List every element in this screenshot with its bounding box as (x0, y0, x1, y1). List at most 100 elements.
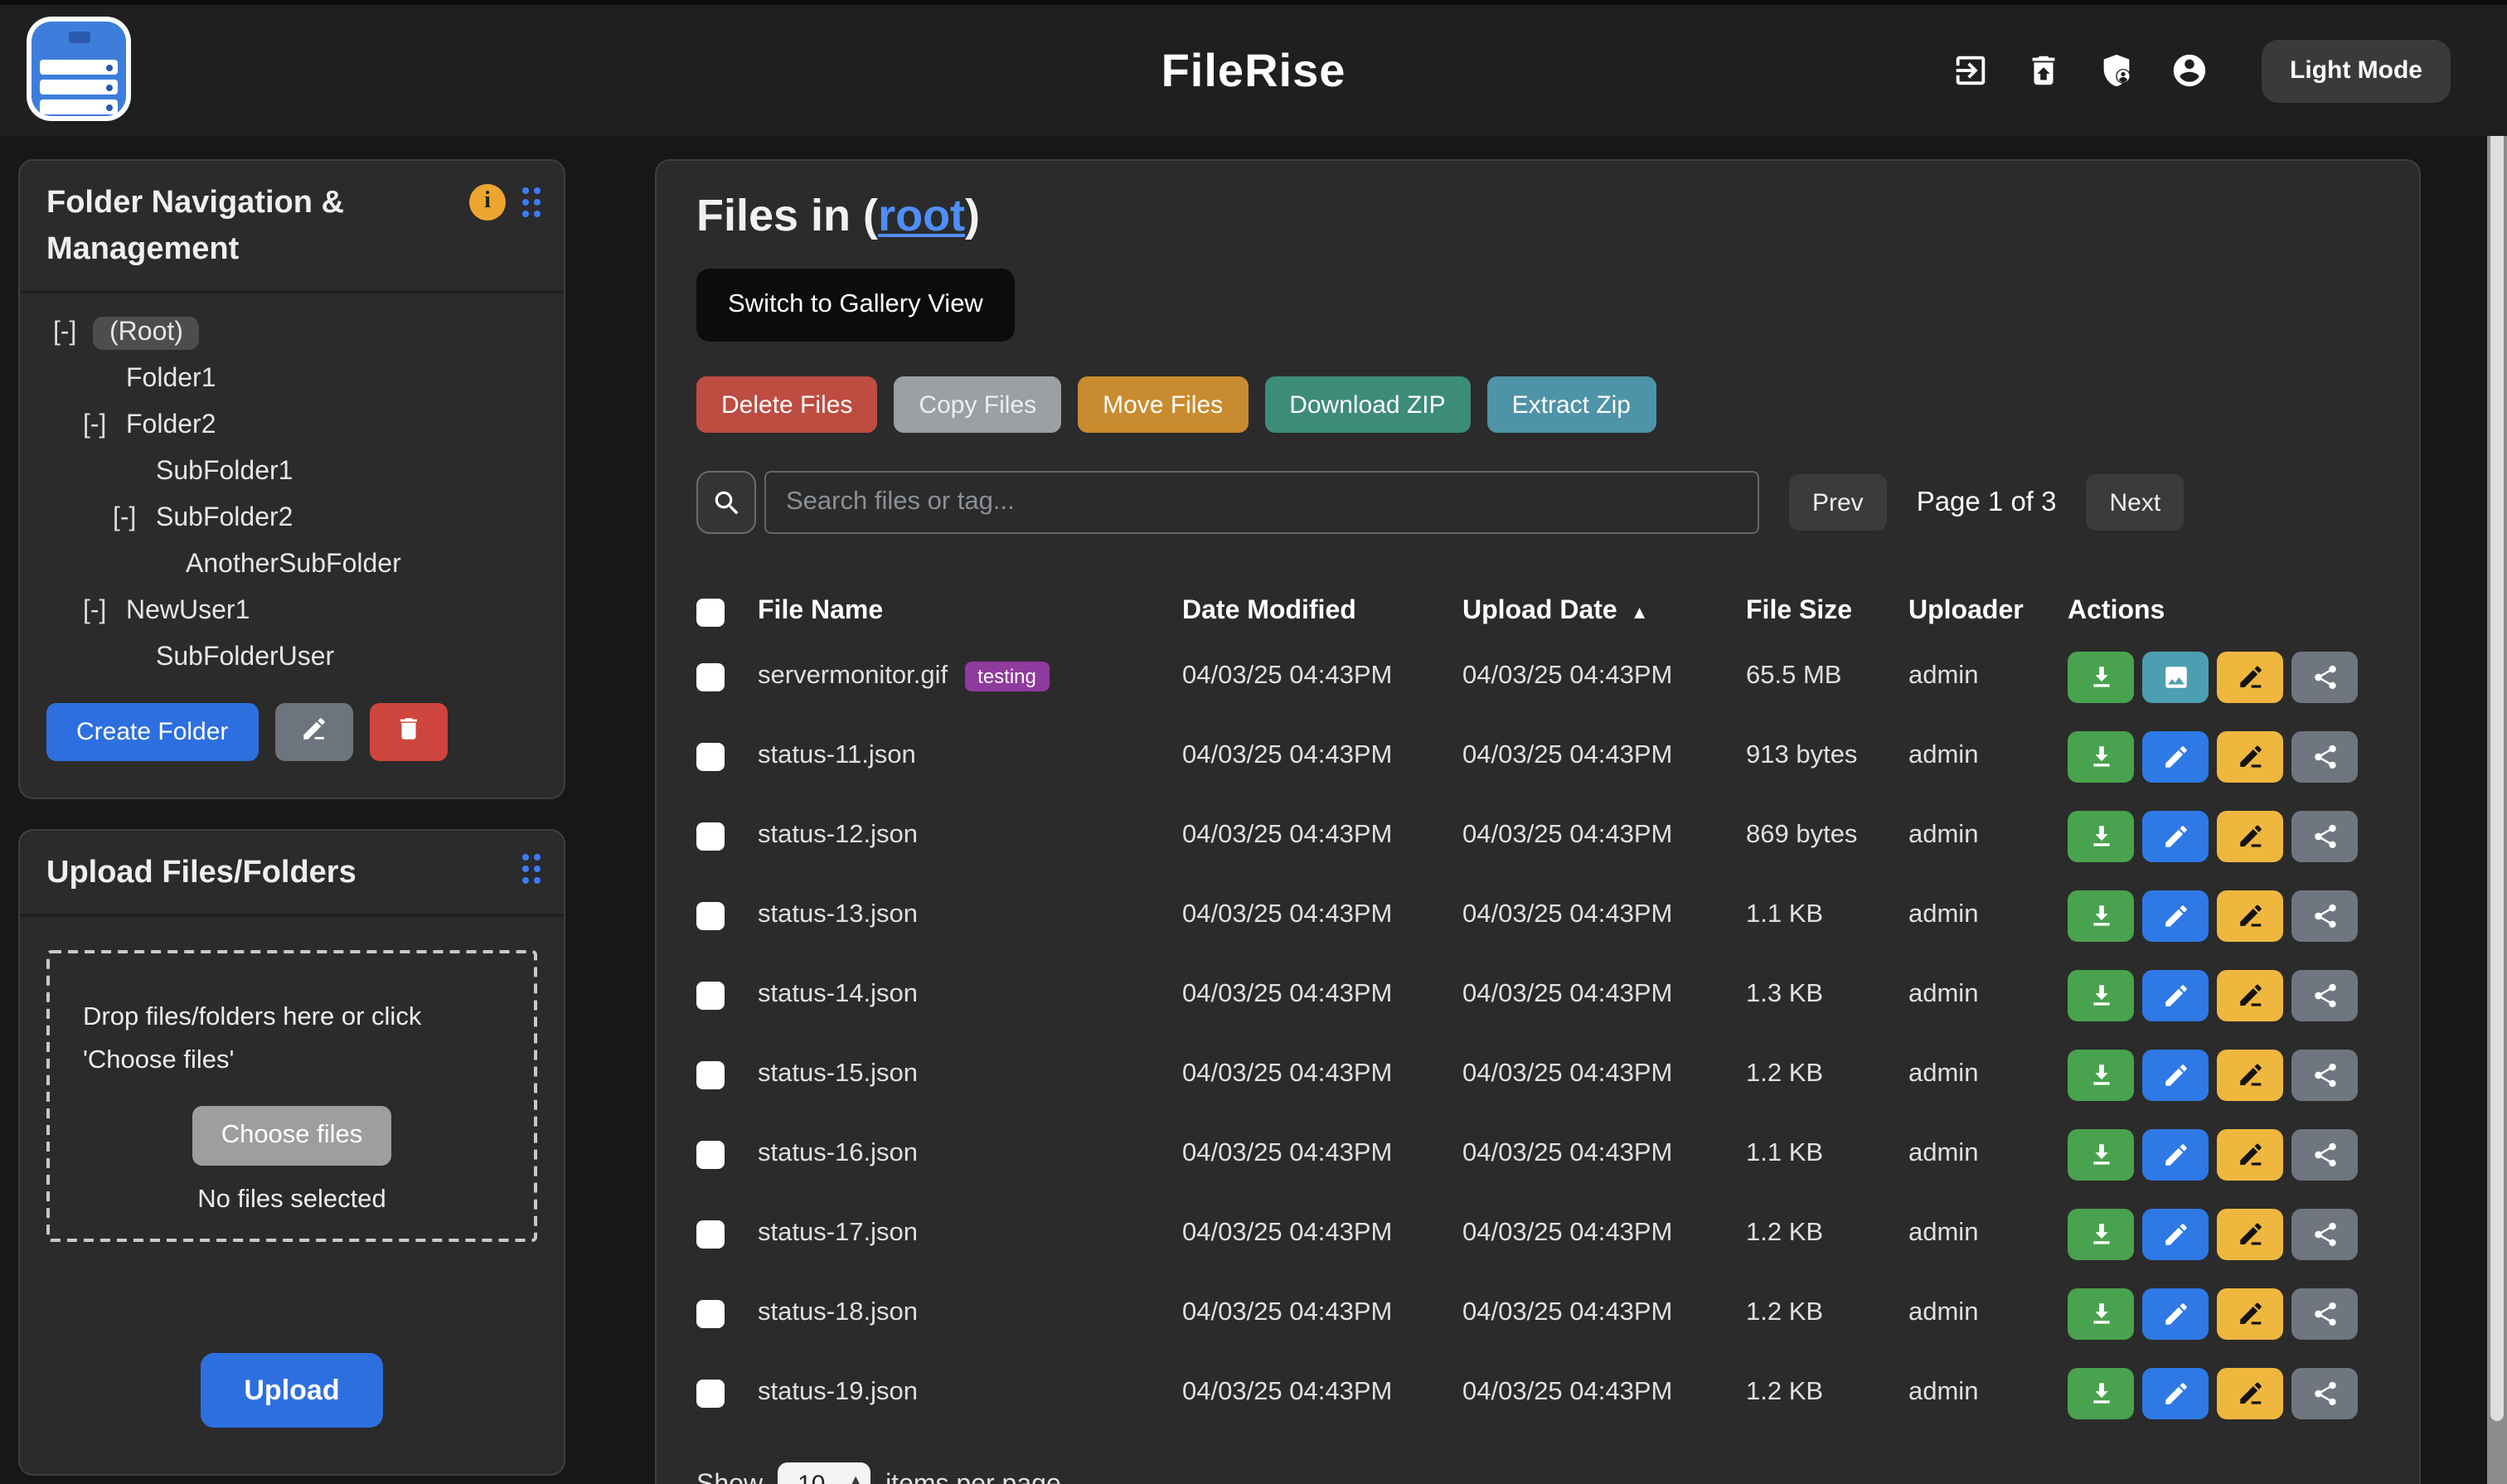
rename-folder-button[interactable] (274, 703, 352, 761)
download-button[interactable] (2068, 890, 2134, 941)
share-button[interactable] (2291, 969, 2358, 1021)
column-uploader[interactable]: Uploader (1908, 597, 2068, 627)
rename-button[interactable] (2217, 969, 2283, 1021)
share-button[interactable] (2291, 651, 2358, 702)
download-button[interactable] (2068, 1049, 2134, 1100)
file-name[interactable]: status-13.json (758, 900, 918, 930)
drag-handle-icon[interactable] (522, 187, 541, 217)
tree-label[interactable]: Folder1 (123, 363, 220, 396)
edit-button[interactable] (2142, 1288, 2209, 1339)
root-folder-link[interactable]: root (878, 191, 965, 240)
tree-label[interactable]: NewUser1 (123, 595, 253, 628)
tree-label[interactable]: SubFolder2 (153, 502, 296, 536)
account-circle-icon[interactable] (2169, 51, 2209, 90)
file-dropzone[interactable]: Drop files/folders here or click 'Choose… (46, 950, 537, 1242)
rename-button[interactable] (2217, 730, 2283, 782)
tree-label[interactable]: AnotherSubFolder (182, 549, 405, 582)
edit-button[interactable] (2142, 969, 2209, 1021)
download-button[interactable] (2068, 1128, 2134, 1180)
file-name[interactable]: status-16.json (758, 1139, 918, 1169)
row-checkbox[interactable] (696, 981, 725, 1009)
download-button[interactable] (2068, 1288, 2134, 1339)
download-button[interactable] (2068, 651, 2134, 702)
folder-tree-item[interactable]: [-] NewUser1 (20, 589, 564, 635)
tree-toggle[interactable]: [-] (83, 411, 123, 441)
download-button[interactable] (2068, 810, 2134, 861)
edit-button[interactable] (2142, 1367, 2209, 1419)
row-checkbox[interactable] (696, 1379, 725, 1407)
edit-button[interactable] (2142, 1049, 2209, 1100)
scrollbar-thumb[interactable] (2490, 20, 2504, 1421)
share-button[interactable] (2291, 730, 2358, 782)
delete-files-button[interactable]: Delete Files (696, 376, 877, 433)
rename-button[interactable] (2217, 810, 2283, 861)
rename-button[interactable] (2217, 1367, 2283, 1419)
download-button[interactable] (2068, 730, 2134, 782)
create-folder-button[interactable]: Create Folder (46, 703, 258, 761)
edit-button[interactable] (2142, 810, 2209, 861)
file-name[interactable]: status-12.json (758, 821, 918, 851)
row-checkbox[interactable] (696, 662, 725, 691)
download-zip-button[interactable]: Download ZIP (1264, 376, 1470, 433)
row-checkbox[interactable] (696, 1299, 725, 1327)
extract-zip-button[interactable]: Extract Zip (1487, 376, 1656, 433)
file-name[interactable]: status-11.json (758, 741, 916, 771)
row-checkbox[interactable] (696, 1140, 725, 1168)
file-name[interactable]: status-14.json (758, 980, 918, 1010)
rename-button[interactable] (2217, 651, 2283, 702)
folder-tree-item[interactable]: SubFolder1 (20, 449, 564, 496)
share-button[interactable] (2291, 1288, 2358, 1339)
prev-page-button[interactable]: Prev (1789, 474, 1887, 531)
file-name[interactable]: status-18.json (758, 1298, 918, 1328)
share-button[interactable] (2291, 890, 2358, 941)
rename-button[interactable] (2217, 890, 2283, 941)
folder-tree-item[interactable]: Folder1 (20, 356, 564, 403)
share-button[interactable] (2291, 810, 2358, 861)
folder-tree-item[interactable]: SubFolderUser (20, 635, 564, 681)
select-all-checkbox[interactable] (696, 598, 725, 626)
share-button[interactable] (2291, 1208, 2358, 1259)
file-name[interactable]: status-15.json (758, 1060, 918, 1089)
folder-tree-item[interactable]: [-] (Root) (20, 310, 564, 356)
folder-tree-item[interactable]: [-] SubFolder2 (20, 496, 564, 542)
download-button[interactable] (2068, 1208, 2134, 1259)
search-icon[interactable] (696, 471, 756, 534)
items-per-page-select[interactable]: 10 ▲▼ (778, 1462, 870, 1484)
rename-button[interactable] (2217, 1288, 2283, 1339)
row-checkbox[interactable] (696, 822, 725, 850)
share-button[interactable] (2291, 1367, 2358, 1419)
edit-button[interactable] (2142, 1128, 2209, 1180)
copy-files-button[interactable]: Copy Files (894, 376, 1061, 433)
row-checkbox[interactable] (696, 1220, 725, 1248)
row-checkbox[interactable] (696, 742, 725, 770)
info-icon[interactable]: i (469, 184, 506, 221)
rename-button[interactable] (2217, 1049, 2283, 1100)
choose-files-button[interactable]: Choose files (193, 1106, 391, 1166)
tree-label[interactable]: SubFolderUser (153, 642, 337, 675)
file-name[interactable]: status-19.json (758, 1378, 918, 1408)
search-input[interactable] (764, 471, 1759, 534)
upload-button[interactable]: Upload (201, 1353, 383, 1428)
edit-button[interactable] (2142, 890, 2209, 941)
column-date-modified[interactable]: Date Modified (1182, 597, 1462, 627)
light-mode-button[interactable]: Light Mode (2262, 39, 2451, 102)
edit-button[interactable] (2142, 730, 2209, 782)
rename-button[interactable] (2217, 1208, 2283, 1259)
tree-toggle[interactable]: [-] (83, 597, 123, 627)
download-button[interactable] (2068, 1367, 2134, 1419)
rename-button[interactable] (2217, 1128, 2283, 1180)
restore-trash-icon[interactable] (2023, 51, 2063, 90)
file-name[interactable]: servermonitor.gif (758, 662, 948, 691)
tree-label[interactable]: Folder2 (123, 410, 220, 443)
column-file-name[interactable]: File Name (758, 597, 1182, 627)
folder-tree-item[interactable]: AnotherSubFolder (20, 542, 564, 589)
file-name[interactable]: status-17.json (758, 1219, 918, 1249)
preview-button[interactable] (2142, 651, 2209, 702)
logout-icon[interactable] (1950, 51, 1990, 90)
folder-tree-item[interactable]: [-] Folder2 (20, 403, 564, 449)
row-checkbox[interactable] (696, 901, 725, 929)
column-upload-date[interactable]: Upload Date▲ (1462, 597, 1746, 627)
gallery-view-button[interactable]: Switch to Gallery View (696, 269, 1015, 342)
admin-shield-icon[interactable] (2096, 51, 2136, 90)
tree-label[interactable]: SubFolder1 (153, 456, 296, 489)
